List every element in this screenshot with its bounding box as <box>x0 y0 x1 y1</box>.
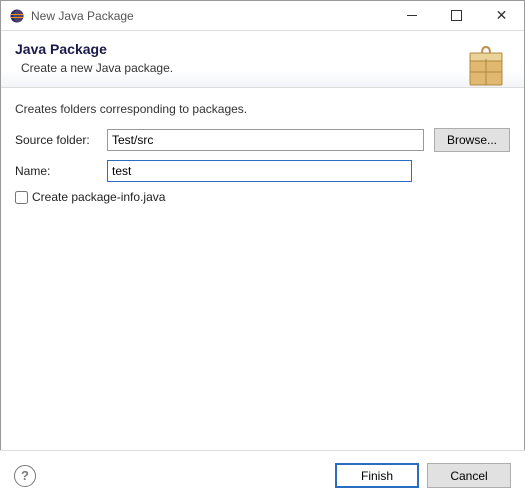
dialog-body: Creates folders corresponding to package… <box>1 88 524 212</box>
window-title: New Java Package <box>31 9 389 23</box>
window-controls: ✕ <box>389 1 524 30</box>
minimize-button[interactable] <box>389 1 434 30</box>
dialog-footer: ? Finish Cancel <box>0 450 525 500</box>
close-button[interactable]: ✕ <box>479 1 524 30</box>
finish-button[interactable]: Finish <box>335 463 419 488</box>
maximize-button[interactable] <box>434 1 479 30</box>
eclipse-icon <box>9 8 25 24</box>
dialog-header: Java Package Create a new Java package. <box>1 31 524 88</box>
header-text: Java Package Create a new Java package. <box>15 41 173 75</box>
help-icon[interactable]: ? <box>14 465 36 487</box>
name-input[interactable] <box>107 160 412 182</box>
cancel-button[interactable]: Cancel <box>427 463 511 488</box>
source-folder-row: Source folder: Browse... <box>15 128 510 152</box>
source-folder-label: Source folder: <box>15 133 103 147</box>
create-package-info-label: Create package-info.java <box>32 190 165 204</box>
header-subtitle: Create a new Java package. <box>15 61 173 75</box>
source-folder-input[interactable] <box>107 129 424 151</box>
description-text: Creates folders corresponding to package… <box>15 102 510 116</box>
create-package-info-checkbox[interactable] <box>15 191 28 204</box>
package-icon <box>462 43 510 94</box>
browse-button[interactable]: Browse... <box>434 128 510 152</box>
package-info-row: Create package-info.java <box>15 190 510 204</box>
name-row: Name: <box>15 160 510 182</box>
header-title: Java Package <box>15 41 173 57</box>
name-label: Name: <box>15 164 103 178</box>
titlebar: New Java Package ✕ <box>1 1 524 31</box>
